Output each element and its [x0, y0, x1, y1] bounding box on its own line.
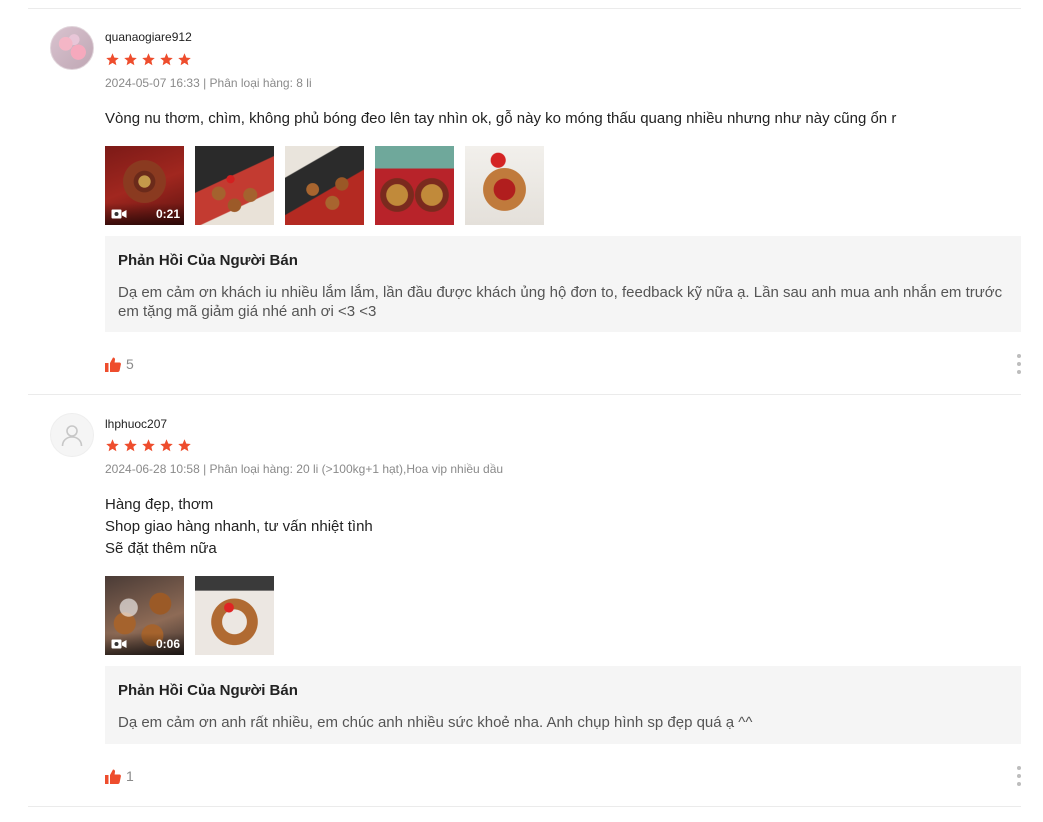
more-options-button[interactable] [1015, 766, 1023, 786]
review-text-line: Shop giao hàng nhanh, tư vấn nhiệt tình [105, 518, 373, 535]
seller-reply: Phản Hồi Của Người Bán Dạ em cảm ơn khác… [105, 236, 1021, 332]
star-icon [106, 439, 119, 452]
more-vertical-icon-dot [1017, 362, 1021, 366]
like-button[interactable]: 1 [105, 768, 134, 784]
reviewer-username[interactable]: quanaogiare912 [105, 30, 192, 44]
seller-reply-text: Dạ em cảm ơn khách iu nhiều lắm lắm, lần… [118, 284, 1003, 320]
seller-reply-title: Phản Hồi Của Người Bán [118, 682, 298, 699]
star-icon [160, 53, 173, 66]
review-meta: 2024-06-28 10:58 | Phân loại hàng: 20 li… [105, 462, 504, 476]
user-icon [61, 425, 83, 447]
more-vertical-icon-dot [1017, 782, 1021, 786]
review-image-thumbnail[interactable] [195, 146, 274, 225]
review-image-thumbnail[interactable] [195, 576, 274, 655]
thumbs-up-icon [105, 357, 121, 372]
video-duration: 0:21 [155, 207, 180, 221]
review-video-thumbnail[interactable]: 0:21 [105, 146, 184, 225]
review-text-line: Vòng nu thơm, chìm, không phủ bóng đeo l… [105, 110, 897, 127]
review-image-thumbnail[interactable] [375, 146, 454, 225]
seller-reply: Phản Hồi Của Người Bán Dạ em cảm ơn anh … [105, 666, 1021, 744]
video-duration: 0:06 [155, 637, 180, 651]
review-video-thumbnail[interactable]: 0:06 [105, 576, 184, 655]
review-image-thumbnail[interactable] [285, 146, 364, 225]
like-count: 1 [126, 768, 134, 784]
review-text-line: Sẽ đặt thêm nữa [105, 540, 217, 557]
seller-reply-text: Dạ em cảm ơn anh rất nhiều, em chúc anh … [118, 714, 753, 731]
divider [28, 806, 1021, 807]
star-icon [142, 439, 155, 452]
star-icon [160, 439, 173, 452]
star-icon [124, 53, 137, 66]
star-icon [142, 53, 155, 66]
star-icon [178, 53, 191, 66]
more-options-button[interactable] [1015, 354, 1023, 374]
video-camera-icon [111, 209, 127, 219]
like-count: 5 [126, 356, 134, 372]
like-button[interactable]: 5 [105, 356, 134, 372]
review-media: 0:21 [105, 146, 544, 225]
divider-top [28, 8, 1021, 9]
avatar[interactable] [50, 26, 94, 70]
rating-stars [105, 438, 192, 453]
reviewer-username[interactable]: lhphuoc207 [105, 417, 167, 431]
avatar[interactable] [50, 413, 94, 457]
rating-stars [105, 52, 192, 67]
more-vertical-icon-dot [1017, 354, 1021, 358]
more-vertical-icon-dot [1017, 766, 1021, 770]
video-overlay: 0:21 [105, 203, 184, 225]
review-text-line: Hàng đẹp, thơm [105, 496, 214, 513]
video-overlay: 0:06 [105, 633, 184, 655]
star-icon [178, 439, 191, 452]
video-camera-icon [111, 639, 127, 649]
review-content: Hàng đẹp, thơm Shop giao hàng nhanh, tư … [105, 494, 373, 560]
star-icon [106, 53, 119, 66]
divider [28, 394, 1021, 395]
more-vertical-icon-dot [1017, 774, 1021, 778]
more-vertical-icon-dot [1017, 370, 1021, 374]
review-media: 0:06 [105, 576, 274, 655]
review-image-thumbnail[interactable] [465, 146, 544, 225]
star-icon [124, 439, 137, 452]
review-content: Vòng nu thơm, chìm, không phủ bóng đeo l… [105, 108, 896, 130]
review-meta: 2024-05-07 16:33 | Phân loại hàng: 8 li [105, 76, 312, 90]
thumbs-up-icon [105, 769, 121, 784]
seller-reply-title: Phản Hồi Của Người Bán [118, 252, 298, 269]
